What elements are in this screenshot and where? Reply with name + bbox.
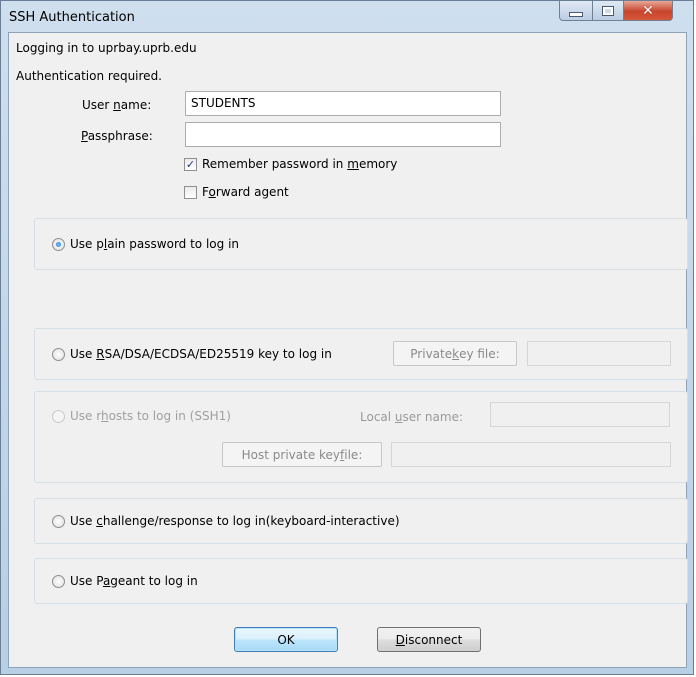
radio-unselected-icon xyxy=(52,347,65,361)
host-private-key-file-button[interactable]: Host private key f ile: xyxy=(222,442,382,467)
maximize-button[interactable] xyxy=(592,1,624,21)
forward-agent-label: Forward agent xyxy=(202,185,289,199)
maximize-icon xyxy=(602,5,614,16)
rhosts-label: Use rhosts to log in (SSH1) xyxy=(70,409,231,423)
ok-button[interactable]: OK xyxy=(234,627,338,652)
plain-password-group: Use plain password to log in xyxy=(34,218,688,270)
pageant-radio[interactable]: Use Pageant to log in xyxy=(52,574,198,588)
radio-disabled-icon xyxy=(52,409,65,423)
checkbox-unchecked-icon xyxy=(184,185,197,199)
disconnect-button[interactable]: Disconnect xyxy=(377,627,481,652)
passphrase-input[interactable] xyxy=(185,122,501,147)
minimize-button[interactable] xyxy=(559,1,593,21)
remember-password-checkbox[interactable]: ✓ Remember password in memory xyxy=(184,157,397,171)
ssh-auth-window: SSH Authentication ✕ Logging in to uprba… xyxy=(0,0,694,675)
dialog-body: Logging in to uprbay.uprb.edu Authentica… xyxy=(8,32,688,668)
close-icon: ✕ xyxy=(642,2,654,19)
rhosts-group: Use rhosts to log in (SSH1) Local user n… xyxy=(34,391,688,483)
radio-unselected-icon xyxy=(52,514,65,528)
login-host-text: Logging in to uprbay.uprb.edu xyxy=(16,41,197,55)
checkbox-checked-icon: ✓ xyxy=(184,157,197,171)
pageant-group: Use Pageant to log in xyxy=(34,558,688,604)
plain-password-radio[interactable]: Use plain password to log in xyxy=(52,237,239,251)
username-label: User name: xyxy=(82,98,152,112)
challenge-response-radio[interactable]: Use challenge/response to log in(keyboar… xyxy=(52,514,400,528)
pageant-label: Use Pageant to log in xyxy=(70,574,198,588)
challenge-response-label: Use challenge/response to log in(keyboar… xyxy=(70,514,400,528)
rsa-key-radio[interactable]: Use RSA/DSA/ECDSA/ED25519 key to log in xyxy=(52,347,332,361)
radio-unselected-icon xyxy=(52,574,65,588)
auth-required-text: Authentication required. xyxy=(16,69,162,83)
host-private-key-file-input[interactable] xyxy=(391,442,671,467)
username-input[interactable]: STUDENTS xyxy=(185,91,501,116)
rhosts-radio[interactable]: Use rhosts to log in (SSH1) xyxy=(52,409,231,423)
close-button[interactable]: ✕ xyxy=(623,1,673,21)
passphrase-label: Passphrase: xyxy=(81,129,153,143)
window-title: SSH Authentication xyxy=(9,10,135,25)
radio-selected-icon xyxy=(52,237,65,251)
private-key-file-input[interactable] xyxy=(527,341,671,366)
rsa-key-label: Use RSA/DSA/ECDSA/ED25519 key to log in xyxy=(70,347,332,361)
plain-password-label: Use plain password to log in xyxy=(70,237,240,251)
local-user-name-input[interactable] xyxy=(490,402,670,427)
title-bar[interactable]: SSH Authentication ✕ xyxy=(1,1,693,33)
forward-agent-checkbox[interactable]: Forward agent xyxy=(184,185,289,199)
private-key-file-button[interactable]: Private k ey file: xyxy=(393,341,517,366)
challenge-response-group: Use challenge/response to log in(keyboar… xyxy=(34,498,688,544)
local-user-name-label: Local user name: xyxy=(360,410,463,424)
rsa-key-group: Use RSA/DSA/ECDSA/ED25519 key to log in … xyxy=(34,328,688,380)
remember-password-label: Remember password in memory xyxy=(202,157,398,171)
minimize-icon xyxy=(569,11,583,17)
